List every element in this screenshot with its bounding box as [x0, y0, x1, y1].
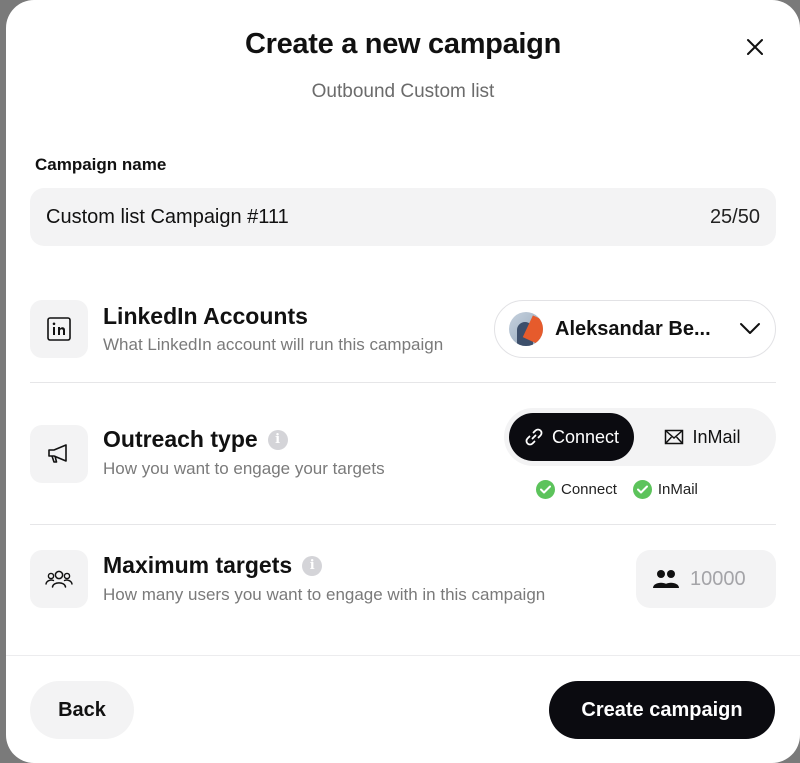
modal-title: Create a new campaign: [244, 28, 562, 60]
linkedin-accounts-description: What LinkedIn account will run this camp…: [103, 335, 444, 354]
check-circle-icon: [632, 480, 652, 499]
info-icon[interactable]: i: [302, 555, 323, 576]
max-targets-field[interactable]: [636, 550, 776, 608]
connect-option[interactable]: Connect: [509, 413, 634, 461]
linkedin-accounts-title-text: LinkedIn Accounts: [103, 303, 308, 329]
outreach-type-toggle: Connect InMail: [504, 408, 776, 466]
maximum-targets-row: Maximum targets i How many users you wan…: [30, 550, 776, 608]
character-counter: 25/50: [709, 205, 760, 228]
max-targets-input[interactable]: [690, 567, 760, 591]
users-icon: [45, 570, 73, 588]
divider: [30, 524, 776, 525]
linkedin-accounts-title: LinkedIn Accounts: [103, 303, 308, 330]
check-circle-icon: [536, 480, 555, 499]
maximum-targets-title-text: Maximum targets: [103, 552, 293, 578]
inmail-option[interactable]: InMail: [634, 413, 771, 461]
create-campaign-modal: Create a new campaign Outbound Custom li…: [6, 0, 800, 763]
close-button[interactable]: [738, 30, 772, 64]
inmail-status: InMail: [632, 480, 698, 499]
inmail-option-label: InMail: [692, 426, 741, 447]
megaphone-icon: [48, 444, 67, 463]
mail-icon: [665, 429, 684, 445]
avatar: [509, 312, 543, 346]
connect-option-label: Connect: [551, 426, 620, 447]
create-campaign-button[interactable]: Create campaign: [549, 681, 775, 739]
outreach-type-title: Outreach type i: [103, 426, 288, 453]
chevron-down-icon: [740, 323, 760, 334]
linkedin-icon-box: [30, 300, 88, 358]
campaign-name-value[interactable]: Custom list Campaign #111: [46, 206, 710, 229]
outreach-status-row: Connect InMail: [536, 480, 698, 499]
connect-status: Connect: [536, 480, 617, 499]
outreach-type-title-text: Outreach type: [103, 426, 258, 452]
selected-account-name: Aleksandar Be...: [555, 317, 711, 340]
divider: [30, 382, 776, 383]
maximum-targets-description: How many users you want to engage with i…: [103, 585, 546, 604]
modal-subtitle: Outbound Custom list: [311, 81, 495, 102]
inmail-status-label: InMail: [657, 481, 698, 498]
back-button[interactable]: Back: [30, 681, 134, 739]
campaign-name-input[interactable]: Custom list Campaign #111 25/50: [30, 188, 776, 246]
campaign-name-label: Campaign name: [35, 155, 167, 174]
users-filled-icon: [653, 570, 679, 588]
connect-status-label: Connect: [561, 481, 617, 498]
link-icon: [525, 428, 543, 446]
info-icon[interactable]: i: [267, 429, 288, 450]
users-icon-box: [30, 550, 88, 608]
account-select-dropdown[interactable]: Aleksandar Be...: [494, 300, 776, 358]
megaphone-icon-box: [30, 425, 88, 483]
outreach-type-row: Outreach type i How you want to engage y…: [30, 408, 776, 483]
maximum-targets-title: Maximum targets i: [103, 552, 323, 579]
footer-divider: [6, 655, 800, 656]
linkedin-accounts-row: LinkedIn Accounts What LinkedIn account …: [30, 300, 776, 358]
linkedin-icon: [47, 317, 71, 341]
close-icon: [747, 39, 763, 55]
outreach-type-description: How you want to engage your targets: [103, 459, 385, 478]
